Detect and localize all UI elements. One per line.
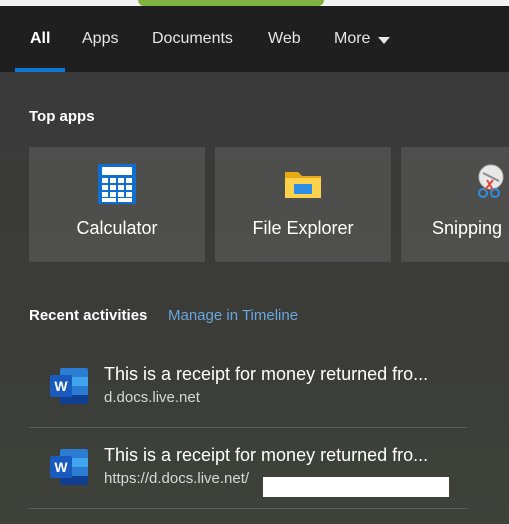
tab-all[interactable]: All xyxy=(30,29,50,49)
app-tile-label: Snipping xyxy=(432,218,503,238)
word-icon: W xyxy=(50,449,88,485)
divider xyxy=(29,427,467,428)
divider xyxy=(29,508,467,509)
recent-item-title: This is a receipt for money returned fro… xyxy=(104,364,429,384)
folder-icon xyxy=(285,172,321,198)
tab-documents[interactable]: Documents xyxy=(152,29,233,49)
svg-text:W: W xyxy=(54,378,68,394)
snipping-tool-icon xyxy=(478,164,504,198)
recent-item[interactable]: W This is a receipt for money returned f… xyxy=(29,429,467,509)
app-tile-calculator[interactable]: Calculator xyxy=(29,147,205,262)
app-tile-file-explorer[interactable]: File Explorer xyxy=(215,147,391,262)
calculator-icon xyxy=(98,164,136,204)
tab-web[interactable]: Web xyxy=(268,29,301,49)
recent-item-title: This is a receipt for money returned fro… xyxy=(104,445,429,465)
recent-item-source: d.docs.live.net xyxy=(104,389,200,406)
redaction-block xyxy=(263,477,449,497)
search-scope-tabs: All Apps Documents Web More xyxy=(0,6,509,72)
results-panel: Top apps Calculator File Explorer Snippi… xyxy=(0,72,509,524)
top-apps-heading: Top apps xyxy=(29,108,95,125)
tab-apps[interactable]: Apps xyxy=(82,29,118,49)
recent-item[interactable]: W This is a receipt for money returned f… xyxy=(29,348,467,428)
recent-activities-heading: Recent activities xyxy=(29,307,148,324)
app-tile-snipping[interactable]: Snipping xyxy=(401,147,509,262)
word-icon: W xyxy=(50,368,88,404)
tab-more-label: More xyxy=(334,30,371,47)
tab-more[interactable]: More xyxy=(334,29,391,49)
app-tile-label: File Explorer xyxy=(252,218,354,238)
manage-in-timeline-link[interactable]: Manage in Timeline xyxy=(168,307,298,324)
app-tile-label: Calculator xyxy=(76,218,158,238)
recent-item-source: https://d.docs.live.net/ xyxy=(104,470,250,487)
chevron-down-icon xyxy=(378,36,391,44)
svg-text:W: W xyxy=(54,459,68,475)
